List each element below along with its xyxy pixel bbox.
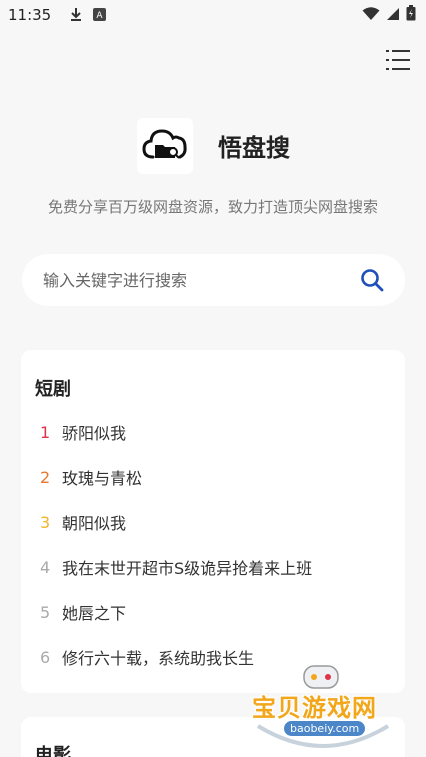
rank-number: 6 [40, 647, 51, 667]
list-item[interactable]: 2 玫瑰与青松 [40, 465, 142, 489]
watermark-text: 宝贝游戏网 [252, 694, 377, 722]
item-title: 玫瑰与青松 [62, 469, 143, 488]
rank-number: 2 [40, 467, 51, 487]
item-title: 朝阳似我 [62, 514, 127, 533]
status-right-icons [362, 5, 416, 25]
section-title: 电影 [35, 745, 71, 757]
rank-number: 1 [40, 422, 51, 442]
tagline: 免费分享百万级网盘资源，致力打造顶尖网盘搜索 [47, 198, 378, 216]
rank-number: 5 [40, 602, 51, 622]
notification-a-icon: A [93, 6, 107, 25]
status-time: 11:35 [8, 6, 52, 24]
signal-icon [386, 6, 400, 25]
wifi-icon [362, 6, 380, 25]
item-title: 骄阳似我 [62, 424, 127, 443]
list-item[interactable]: 1 骄阳似我 [40, 420, 126, 444]
menu-button[interactable] [386, 50, 410, 70]
item-title: 我在末世开超市S级诡异抢着来上班 [62, 559, 313, 578]
rank-number: 3 [40, 512, 51, 532]
cloud-folder-search-icon [142, 127, 188, 165]
search-input[interactable] [43, 270, 359, 290]
download-icon [69, 6, 83, 25]
list-item[interactable]: 5 她唇之下 [40, 600, 126, 624]
status-bar: 11:35 A [0, 0, 426, 30]
rank-number: 4 [40, 557, 51, 577]
section-title: 短剧 [35, 379, 71, 400]
battery-icon [406, 5, 416, 25]
watermark-url: baobeiy.com [284, 721, 366, 736]
search-icon[interactable] [359, 267, 385, 293]
list-item[interactable]: 6 修行六十载，系统助我长生 [40, 645, 254, 669]
watermark-logo: 宝贝游戏网 baobeiy.com [248, 664, 398, 754]
search-bar[interactable] [22, 254, 405, 306]
item-title: 她唇之下 [62, 604, 127, 623]
list-item[interactable]: 3 朝阳似我 [40, 510, 126, 534]
list-item[interactable]: 4 我在末世开超市S级诡异抢着来上班 [40, 555, 312, 579]
app-logo [137, 118, 193, 174]
section-card-short-drama: 短剧 1 骄阳似我 2 玫瑰与青松 3 朝阳似我 4 我在末世开超市S级诡异抢着… [21, 350, 405, 693]
app-name: 悟盘搜 [218, 134, 290, 162]
svg-text:A: A [97, 11, 104, 21]
item-title: 修行六十载，系统助我长生 [62, 649, 255, 668]
